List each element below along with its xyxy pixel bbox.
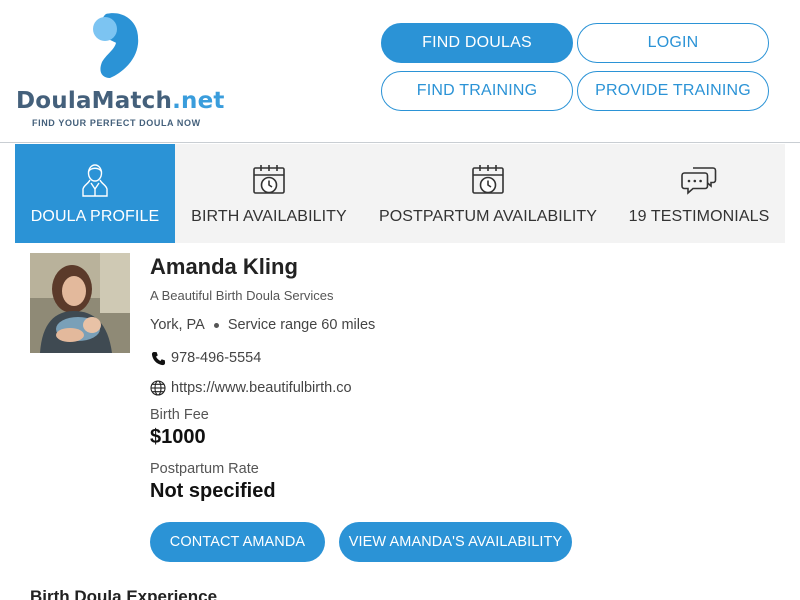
birth-fee-value: $1000 <box>150 426 206 448</box>
contact-doula-button[interactable]: CONTACT AMANDA <box>150 522 325 562</box>
business-name: A Beautiful Birth Doula Services <box>150 288 334 303</box>
postpartum-rate-label: Postpartum Rate <box>150 461 259 477</box>
site-header: DoulaMatch.net FIND YOUR PERFECT DOULA N… <box>0 0 800 143</box>
calendar-clock-icon <box>470 162 506 198</box>
tab-testimonials[interactable]: 19 TESTIMONIALS <box>613 144 785 243</box>
logo-word-main: DoulaMatch <box>16 88 173 114</box>
tab-label: BIRTH AVAILABILITY <box>191 208 347 225</box>
location-text: York, PA <box>150 317 205 333</box>
phone-number[interactable]: 978-496-5554 <box>171 350 261 366</box>
find-doulas-button[interactable]: FIND DOULAS <box>381 23 573 63</box>
website-row[interactable]: https://www.beautifulbirth.co <box>150 380 352 396</box>
login-button[interactable]: LOGIN <box>577 23 769 63</box>
chat-bubbles-icon <box>681 162 717 198</box>
provide-training-button[interactable]: PROVIDE TRAINING <box>577 71 769 111</box>
find-training-button[interactable]: FIND TRAINING <box>381 71 573 111</box>
view-availability-button[interactable]: VIEW AMANDA'S AVAILABILITY <box>339 522 572 562</box>
website-link[interactable]: https://www.beautifulbirth.co <box>171 380 352 396</box>
profile-tabs: DOULA PROFILE BIRTH AVAILABILITY POSTPAR… <box>15 144 785 243</box>
service-range-text: Service range 60 miles <box>227 317 376 333</box>
doula-person-icon <box>77 162 113 198</box>
doula-photo <box>30 253 130 353</box>
tab-label: DOULA PROFILE <box>30 208 160 225</box>
logo-wordmark: DoulaMatch.net <box>16 88 225 114</box>
tab-label: 19 TESTIMONIALS <box>628 208 770 225</box>
logo-word-accent: .net <box>172 88 225 114</box>
logo-tagline: FIND YOUR PERFECT DOULA NOW <box>32 118 201 128</box>
calendar-clock-icon <box>251 162 287 198</box>
doula-name: Amanda Kling <box>150 254 298 279</box>
tab-label: POSTPARTUM AVAILABILITY <box>378 208 598 225</box>
tab-birth-availability[interactable]: BIRTH AVAILABILITY <box>175 144 363 243</box>
globe-icon <box>150 380 166 396</box>
site-logo[interactable]: DoulaMatch.net FIND YOUR PERFECT DOULA N… <box>16 12 224 132</box>
tab-postpartum-availability[interactable]: POSTPARTUM AVAILABILITY <box>363 144 613 243</box>
phone-row[interactable]: 978-496-5554 <box>150 350 261 366</box>
postpartum-rate-value: Not specified <box>150 480 276 502</box>
phone-icon <box>150 350 166 366</box>
experience-heading: Birth Doula Experience <box>30 587 218 600</box>
logo-mark-icon <box>93 13 139 78</box>
birth-fee-label: Birth Fee <box>150 407 209 423</box>
location-row: York, PA Service range 60 miles <box>150 317 375 333</box>
separator-dot <box>213 322 219 328</box>
tab-doula-profile[interactable]: DOULA PROFILE <box>15 144 175 243</box>
